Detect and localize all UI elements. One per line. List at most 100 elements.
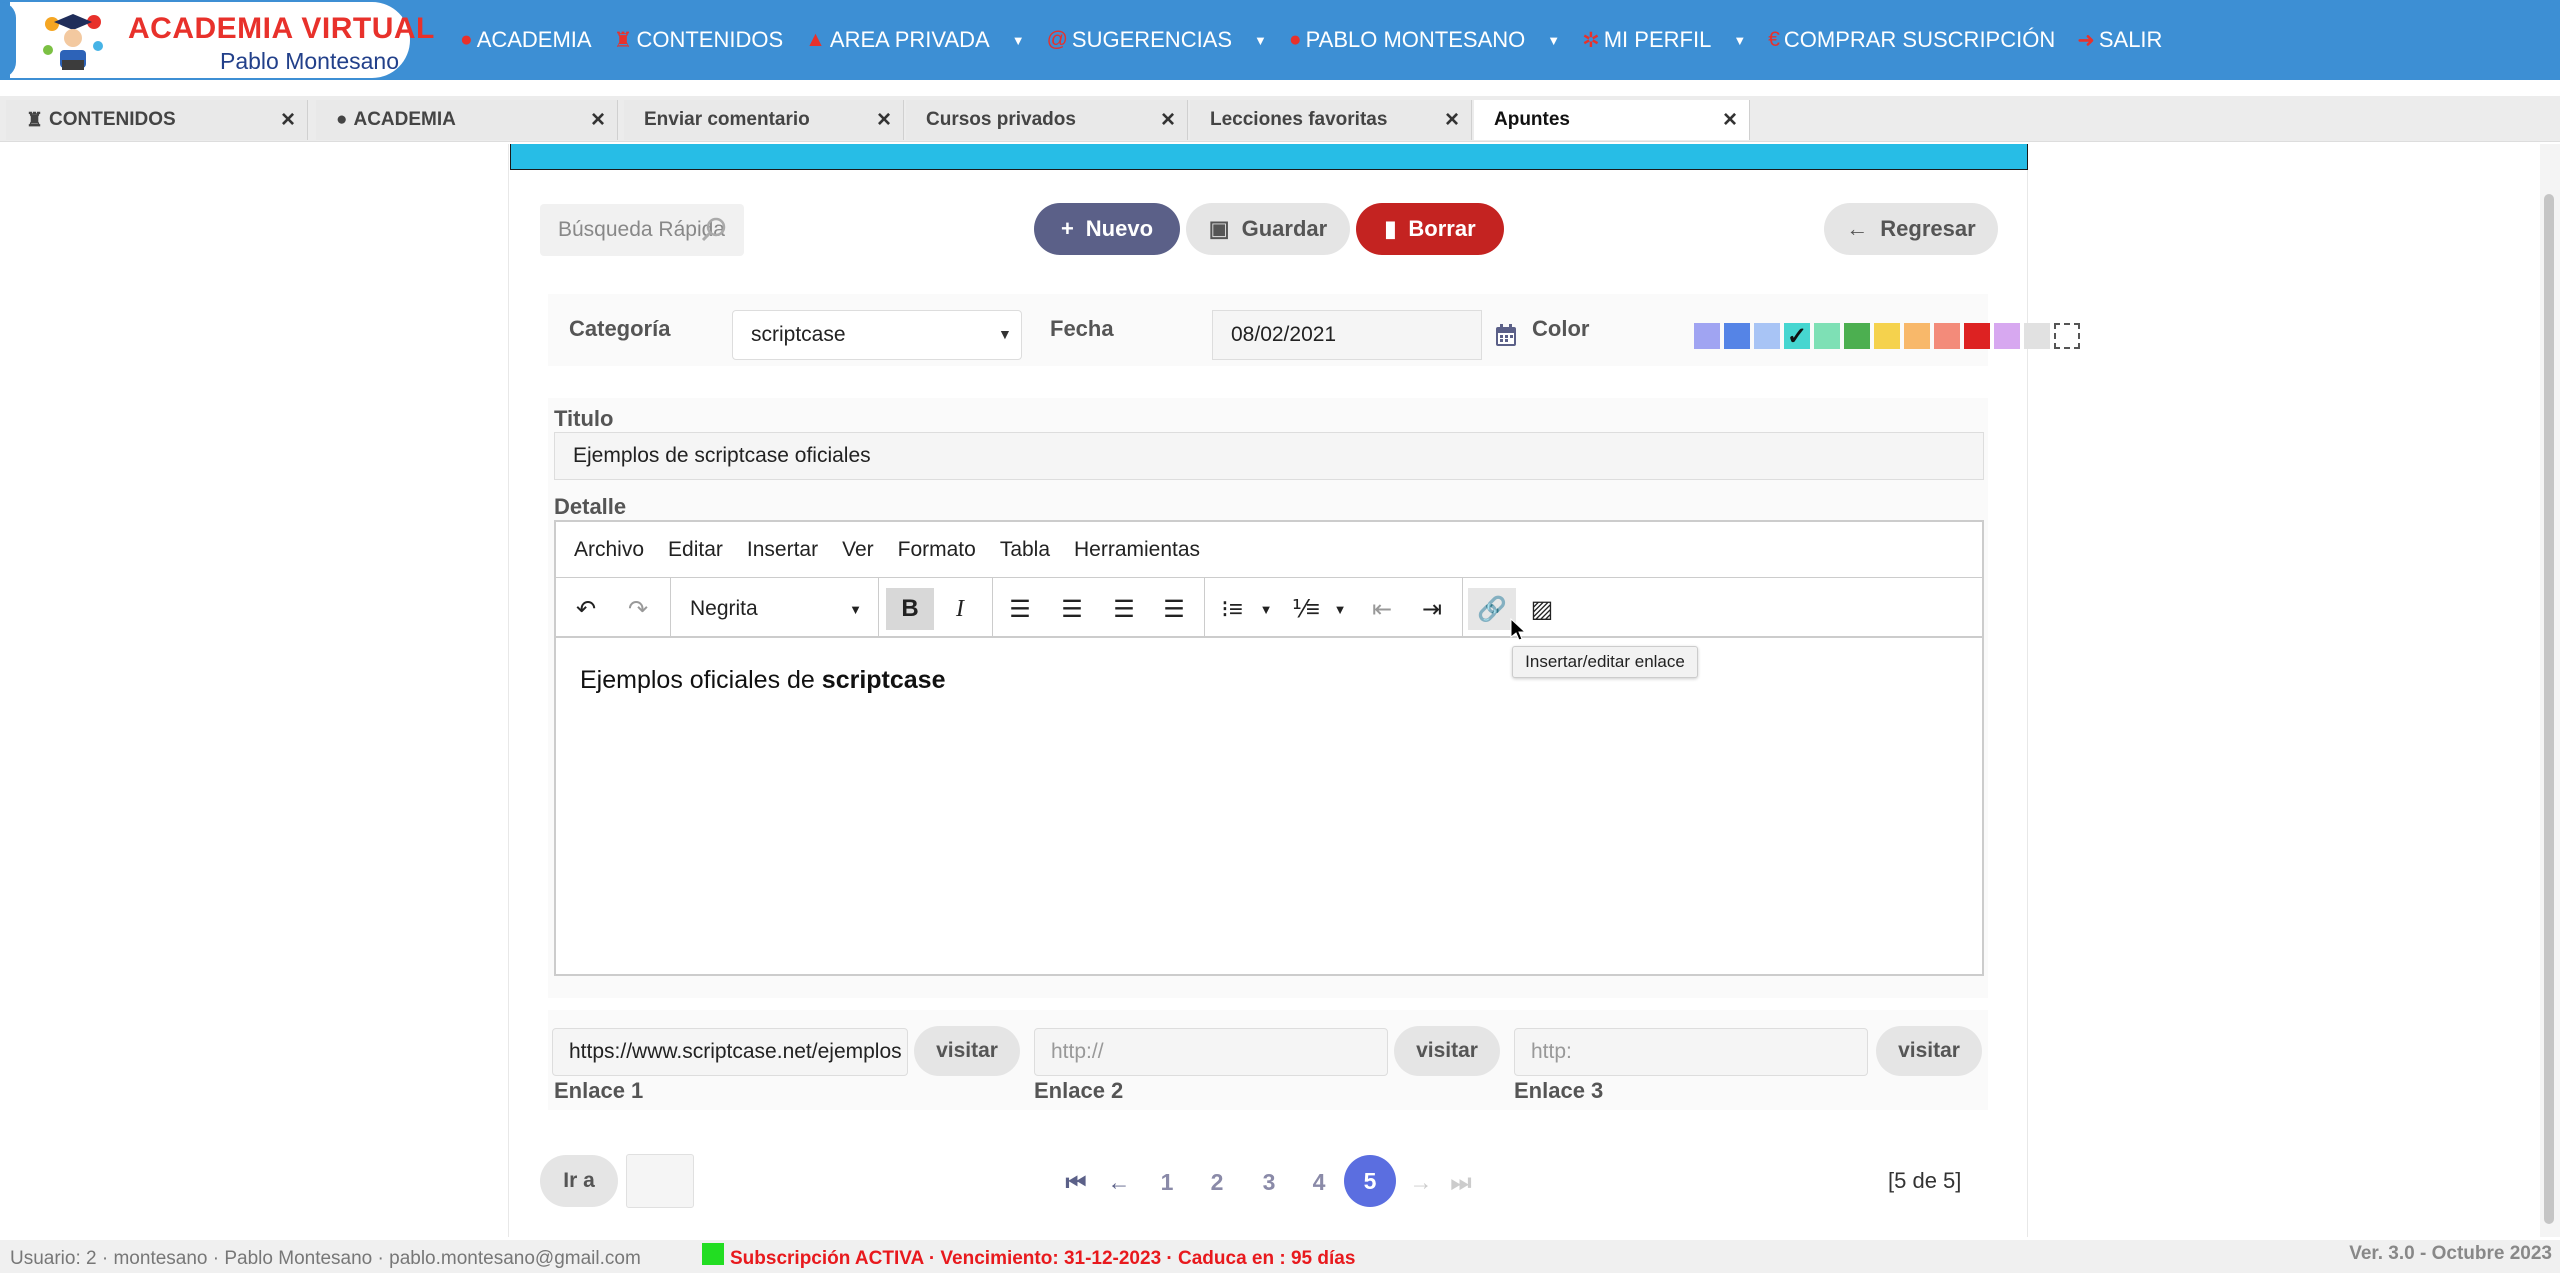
link-3-input[interactable]: http:	[1514, 1028, 1868, 1076]
menu-item-mi-perfil[interactable]: ✲ MI PERFIL ▼	[1582, 27, 1746, 53]
menu-item-sugerencias[interactable]: @ SUGERENCIAS ▼	[1047, 27, 1267, 53]
menu-item-label: SUGERENCIAS	[1071, 27, 1233, 52]
brand-title: ACADEMIA VIRTUAL	[128, 12, 435, 45]
editor-menu-insertar[interactable]: Insertar	[747, 538, 818, 562]
color-swatch[interactable]	[1934, 323, 1960, 349]
menu-item-contenidos[interactable]: ♜ CONTENIDOS	[614, 27, 784, 53]
color-swatch[interactable]	[1694, 323, 1720, 349]
save-button[interactable]: ▣ Guardar	[1186, 203, 1350, 255]
italic-icon[interactable]: I	[940, 588, 980, 630]
brand-logo[interactable]: ACADEMIA VIRTUAL Pablo Montesano	[0, 2, 434, 78]
color-swatch[interactable]	[1814, 323, 1840, 349]
menu-item-area-privada[interactable]: ▲ AREA PRIVADA ▼	[805, 27, 1024, 53]
close-icon[interactable]: ×	[877, 106, 891, 134]
at-icon: @	[1046, 28, 1068, 51]
category-select[interactable]: scriptcase	[732, 310, 1022, 360]
prev-page-icon[interactable]: ←	[1102, 1162, 1136, 1202]
align-right-icon[interactable]: ☰	[1104, 588, 1144, 630]
page-current[interactable]: 5	[1344, 1155, 1396, 1207]
calendar-icon[interactable]	[1494, 322, 1518, 348]
flask-icon: ♜	[26, 109, 44, 131]
menu-item-academia[interactable]: ● ACADEMIA	[460, 27, 592, 53]
color-swatch[interactable]	[2024, 323, 2050, 349]
indent-icon[interactable]: ⇥	[1412, 588, 1452, 630]
mouse-cursor-icon	[1510, 618, 1526, 641]
visit-link-3-button[interactable]: visitar	[1876, 1026, 1982, 1076]
menu-item-label: PABLO MONTESANO	[1305, 27, 1526, 52]
chevron-down-icon[interactable]: ▼	[1330, 588, 1350, 630]
header-strip	[510, 144, 2028, 170]
chevron-down-icon[interactable]: ▼	[1256, 588, 1276, 630]
tab-apuntes[interactable]: Apuntes ×	[1474, 100, 1750, 140]
page-2[interactable]: 2	[1200, 1162, 1234, 1202]
close-icon[interactable]: ×	[1445, 106, 1459, 134]
bullet-list-icon[interactable]: ⁝≡	[1212, 588, 1252, 630]
page-3[interactable]: 3	[1252, 1162, 1286, 1202]
menu-item-label: CONTENIDOS	[636, 27, 784, 52]
menu-item-salir[interactable]: ➜ SALIR	[2077, 27, 2162, 53]
color-swatch[interactable]	[1754, 323, 1780, 349]
color-swatch[interactable]	[1874, 323, 1900, 349]
tab-lecciones-favoritas[interactable]: Lecciones favoritas ×	[1190, 100, 1472, 140]
scrollbar-thumb[interactable]	[2544, 194, 2554, 1224]
delete-button[interactable]: ▮ Borrar	[1356, 203, 1504, 255]
align-left-icon[interactable]: ☰	[1000, 588, 1040, 630]
editor-menu-archivo[interactable]: Archivo	[574, 538, 644, 562]
editor-menu-herramientas[interactable]: Herramientas	[1074, 538, 1200, 562]
close-icon[interactable]: ×	[591, 106, 605, 134]
page-4[interactable]: 4	[1302, 1162, 1336, 1202]
next-page-icon[interactable]: →	[1404, 1162, 1438, 1202]
tab-contenidos[interactable]: ♜ CONTENIDOS ×	[6, 100, 308, 140]
globe-icon: ●	[336, 109, 348, 130]
image-icon[interactable]: ▨	[1522, 588, 1562, 630]
goto-button[interactable]: Ir a	[540, 1155, 618, 1207]
outdent-icon[interactable]: ⇤	[1362, 588, 1402, 630]
color-swatch[interactable]	[1904, 323, 1930, 349]
close-icon[interactable]: ×	[281, 106, 295, 134]
back-button[interactable]: ← Regresar	[1824, 203, 1998, 255]
title-field[interactable]: Ejemplos de scriptcase oficiales	[554, 432, 1984, 480]
close-icon[interactable]: ×	[1161, 106, 1175, 134]
numbered-list-icon[interactable]: ⅟≡	[1286, 588, 1326, 630]
editor-menu-ver[interactable]: Ver	[842, 538, 874, 562]
align-center-icon[interactable]: ☰	[1052, 588, 1092, 630]
tab-enviar-comentario[interactable]: Enviar comentario ×	[624, 100, 904, 140]
last-page-icon[interactable]: ⏭	[1446, 1162, 1476, 1202]
editor-menu-formato[interactable]: Formato	[898, 538, 976, 562]
color-swatch[interactable]	[1844, 323, 1870, 349]
align-justify-icon[interactable]: ☰	[1154, 588, 1194, 630]
undo-icon[interactable]: ↶	[566, 588, 606, 630]
link-1-input[interactable]: https://www.scriptcase.net/ejemplos	[552, 1028, 908, 1076]
visit-link-2-button[interactable]: visitar	[1394, 1026, 1500, 1076]
vertical-scrollbar[interactable]	[2540, 144, 2560, 1237]
bold-icon[interactable]: B	[886, 588, 934, 630]
new-button[interactable]: + Nuevo	[1034, 203, 1180, 255]
tab-label: Lecciones favoritas	[1210, 109, 1388, 130]
editor-menu-tabla[interactable]: Tabla	[1000, 538, 1050, 562]
tab-label: ACADEMIA	[353, 109, 456, 130]
search-icon[interactable]	[700, 216, 728, 244]
goto-page-input[interactable]	[626, 1154, 694, 1208]
tab-cursos-privados[interactable]: Cursos privados ×	[906, 100, 1188, 140]
menu-item-comprar[interactable]: € COMPRAR SUSCRIPCIÓN	[1768, 27, 2055, 53]
close-icon[interactable]: ×	[1723, 106, 1737, 134]
page-1[interactable]: 1	[1150, 1162, 1184, 1202]
first-page-icon[interactable]: ⏮	[1062, 1162, 1090, 1202]
visit-link-1-button[interactable]: visitar	[914, 1026, 1020, 1076]
editor-menu-editar[interactable]: Editar	[668, 538, 723, 562]
trash-icon: ▮	[1384, 216, 1397, 241]
redo-icon[interactable]: ↷	[618, 588, 658, 630]
color-swatch[interactable]	[1724, 323, 1750, 349]
date-field[interactable]: 08/02/2021	[1212, 310, 1482, 360]
color-swatch[interactable]	[1994, 323, 2020, 349]
tab-academia[interactable]: ● ACADEMIA ×	[316, 100, 618, 140]
color-swatch[interactable]: ✓	[1784, 323, 1810, 350]
menu-item-user[interactable]: ● PABLO MONTESANO ▼	[1289, 27, 1560, 53]
editor-content[interactable]: Ejemplos oficiales de scriptcase	[580, 666, 946, 695]
color-swatch[interactable]	[2054, 323, 2080, 349]
record-count: [5 de 5]	[1888, 1168, 1962, 1193]
block-format-select[interactable]: Negrita ▼	[678, 588, 872, 630]
link-2-input[interactable]: http://	[1034, 1028, 1388, 1076]
color-swatch[interactable]	[1964, 323, 1990, 349]
link-icon[interactable]: 🔗	[1468, 588, 1516, 630]
